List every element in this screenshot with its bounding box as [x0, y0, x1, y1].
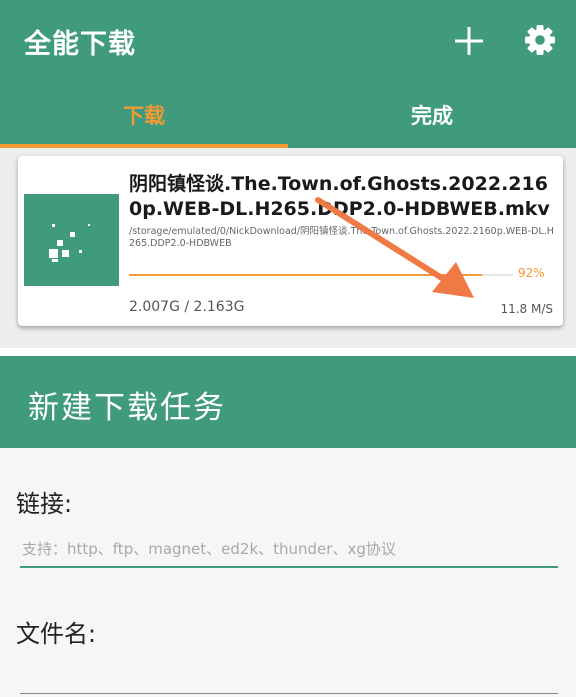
- download-file-name: 阴阳镇怪谈.The.Town.of.Ghosts.2022.2160p.WEB-…: [129, 173, 550, 220]
- tab-bar: 下载 完成: [0, 82, 576, 148]
- download-progress-fill: [129, 274, 483, 276]
- add-icon[interactable]: [452, 24, 486, 58]
- app-bar: 全能下载: [0, 0, 576, 82]
- download-speed: 11.8 M/S: [500, 302, 553, 316]
- link-label: 链接:: [16, 490, 73, 518]
- app-title: 全能下载: [24, 29, 136, 60]
- new-task-title: 新建下载任务: [28, 390, 226, 426]
- download-progress-bar: [129, 274, 513, 276]
- file-name-input[interactable]: [20, 660, 558, 694]
- download-size: 2.007G / 2.163G: [129, 299, 245, 315]
- gear-icon[interactable]: [522, 22, 558, 58]
- new-task-header: 新建下载任务: [0, 356, 576, 448]
- download-item-card[interactable]: 阴阳镇怪谈.The.Town.of.Ghosts.2022.2160p.WEB-…: [18, 156, 563, 326]
- screenshot-separator: [0, 348, 576, 356]
- tab-completed[interactable]: 完成: [288, 82, 576, 148]
- video-file-icon: [24, 194, 119, 286]
- download-percent: 92%: [518, 266, 545, 280]
- tab-downloading[interactable]: 下载: [0, 82, 288, 148]
- download-file-path: /storage/emulated/0/NickDownload/阴阳镇怪谈.T…: [129, 226, 554, 249]
- link-input[interactable]: [20, 532, 558, 568]
- file-name-label: 文件名:: [16, 620, 97, 648]
